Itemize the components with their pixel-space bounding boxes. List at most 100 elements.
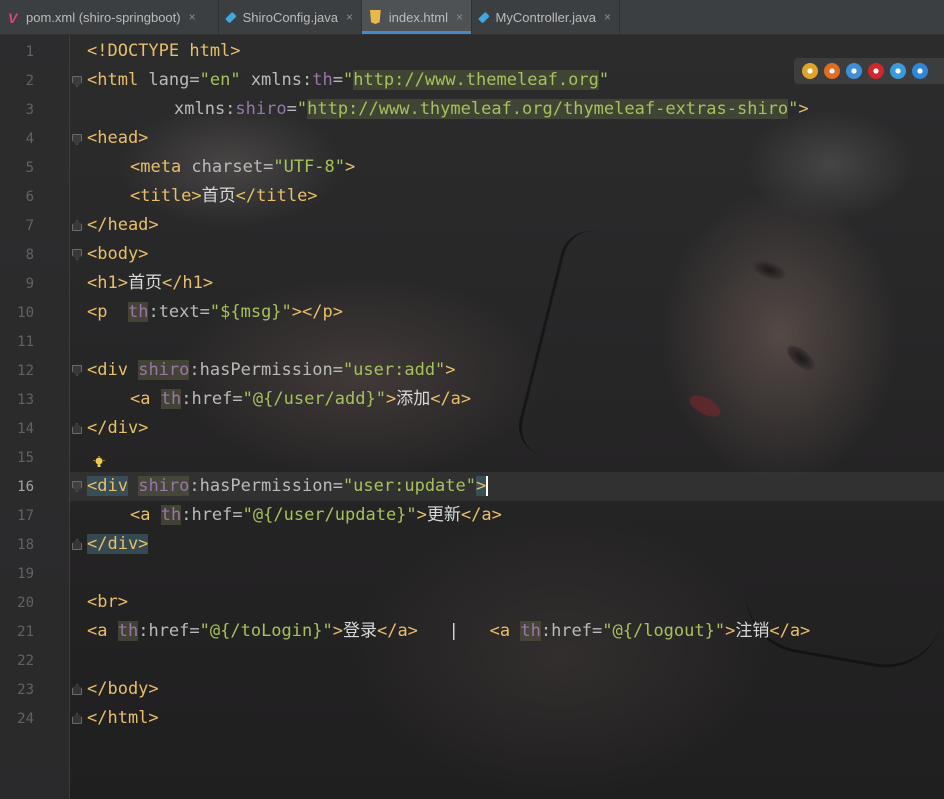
code-token: 首页 [201, 186, 236, 206]
code-line-5[interactable]: <meta charset="UTF-8"> [130, 153, 355, 182]
tab-pom-xml[interactable]: V pom.xml (shiro-springboot) × [0, 0, 219, 34]
close-icon[interactable]: × [189, 10, 196, 24]
code-token: "@{/user/update}" [242, 505, 417, 525]
code-token: = [332, 476, 343, 496]
code-token: = [592, 621, 603, 641]
code-url[interactable]: http://www.thymeleaf.org/thymeleaf-extra… [307, 99, 789, 119]
code-token: <h1> [87, 273, 128, 293]
code-line-13[interactable]: <a th:href="@{/user/add}">添加</a> [130, 385, 471, 414]
code-token: th [520, 621, 541, 641]
code-token: <meta [130, 157, 182, 177]
code-token: = [189, 70, 200, 90]
code-token: > [416, 505, 427, 525]
code-line-9[interactable]: <h1>首页</h1> [87, 269, 213, 298]
ie-icon[interactable] [890, 63, 906, 79]
code-line-12[interactable]: <div shiro:hasPermission="user:add"> [87, 356, 456, 385]
line-number: 12 [17, 363, 34, 379]
code-line-8[interactable]: <body> [87, 240, 148, 269]
code-token: </html> [87, 708, 159, 728]
code-line-14[interactable]: </div> [87, 414, 148, 443]
edge-icon[interactable] [912, 63, 928, 79]
code-line-10[interactable]: <p th:text="${msg}"></p> [87, 298, 343, 327]
code-line-3[interactable]: xmlns:shiro="http://www.thymeleaf.org/th… [174, 95, 809, 124]
tab-shiroconfig-java[interactable]: ShiroConfig.java × [219, 0, 362, 34]
code-token: <div [87, 476, 128, 496]
code-token: = [332, 360, 343, 380]
code-url[interactable]: http://www.themeleaf.org [353, 70, 599, 90]
code-token: | [448, 621, 459, 641]
code-token: <p [87, 302, 108, 322]
code-token: th [127, 302, 149, 322]
line-number: 11 [17, 334, 34, 350]
code-token: > [476, 476, 487, 496]
code-line-21[interactable]: <a th:href="@{/toLogin}">登录</a> | <a th:… [87, 617, 810, 646]
safari-icon[interactable] [846, 63, 862, 79]
code-line-20[interactable]: <br> [87, 588, 128, 617]
html5-icon [370, 10, 381, 24]
code-token: th [160, 389, 182, 409]
java-class-icon [478, 11, 490, 23]
line-number: 19 [17, 566, 34, 582]
code-token: = [232, 389, 243, 409]
code-token: " [788, 99, 799, 119]
tab-index-html[interactable]: index.html × [362, 0, 472, 34]
line-number: 21 [17, 624, 34, 640]
code-line-24[interactable]: </html> [87, 704, 159, 733]
code-line-23[interactable]: </body> [87, 675, 159, 704]
code-line-7[interactable]: </head> [87, 211, 159, 240]
code-token: "@{/toLogin}" [199, 621, 333, 641]
code-token: charset [181, 157, 264, 177]
close-icon[interactable]: × [346, 10, 353, 24]
code-token: > [725, 621, 736, 641]
line-number: 24 [17, 711, 34, 727]
code-token: <!DOCTYPE html> [87, 41, 241, 61]
code-token: 添加 [396, 389, 431, 409]
code-line-18[interactable]: </div> [87, 530, 149, 559]
code-token: lang [138, 70, 190, 90]
code-line-1[interactable]: <!DOCTYPE html> [87, 37, 241, 66]
code-token: :href [138, 621, 190, 641]
line-number: 20 [17, 595, 34, 611]
code-token: > [344, 157, 356, 177]
code-line-16[interactable]: <div shiro:hasPermission="user:update"> [87, 472, 489, 501]
code-token: > [798, 99, 809, 119]
code-token: = [286, 99, 297, 119]
code-token: = [189, 621, 200, 641]
code-editor[interactable]: <!DOCTYPE html> <html lang="en" xmlns:th… [87, 35, 944, 799]
code-line-17[interactable]: <a th:href="@{/user/update}">更新</a> [130, 501, 502, 530]
line-number: 15 [17, 450, 34, 466]
code-token: 登录 [342, 621, 377, 641]
code-token: </a> [460, 505, 502, 525]
code-token: xmlns: [174, 99, 236, 119]
chrome-icon[interactable] [802, 63, 818, 79]
code-token: " [342, 70, 354, 90]
code-token: </body> [87, 679, 159, 699]
opera-icon[interactable] [868, 63, 884, 79]
code-token: <br> [87, 592, 128, 612]
code-token: "user:add" [342, 360, 446, 380]
line-number: 14 [17, 421, 34, 437]
code-token: <html [87, 70, 139, 90]
code-line-6[interactable]: <title>首页</title> [130, 182, 318, 211]
code-token: </div> [87, 534, 149, 554]
code-token: </a> [376, 621, 418, 641]
code-token: "@{/user/add}" [242, 389, 386, 409]
code-token: "UTF-8" [273, 157, 345, 177]
firefox-icon[interactable] [824, 63, 840, 79]
close-icon[interactable]: × [604, 10, 611, 24]
code-token: shiro [235, 99, 287, 119]
code-line-2[interactable]: <html lang="en" xmlns:th="http://www.the… [87, 66, 609, 95]
code-token: 注销 [735, 621, 770, 641]
code-token: shiro [138, 476, 190, 496]
code-token: :href [181, 389, 233, 409]
line-number: 10 [17, 305, 34, 321]
line-number: 8 [25, 247, 34, 263]
code-token: " [296, 99, 308, 119]
code-token: :href [540, 621, 593, 641]
tab-mycontroller-java[interactable]: MyController.java × [472, 0, 620, 34]
code-token: <body> [87, 244, 149, 264]
line-number: 7 [25, 218, 34, 234]
code-line-4[interactable]: <head> [87, 124, 148, 153]
close-icon[interactable]: × [456, 10, 463, 24]
code-token: </div> [87, 418, 149, 438]
